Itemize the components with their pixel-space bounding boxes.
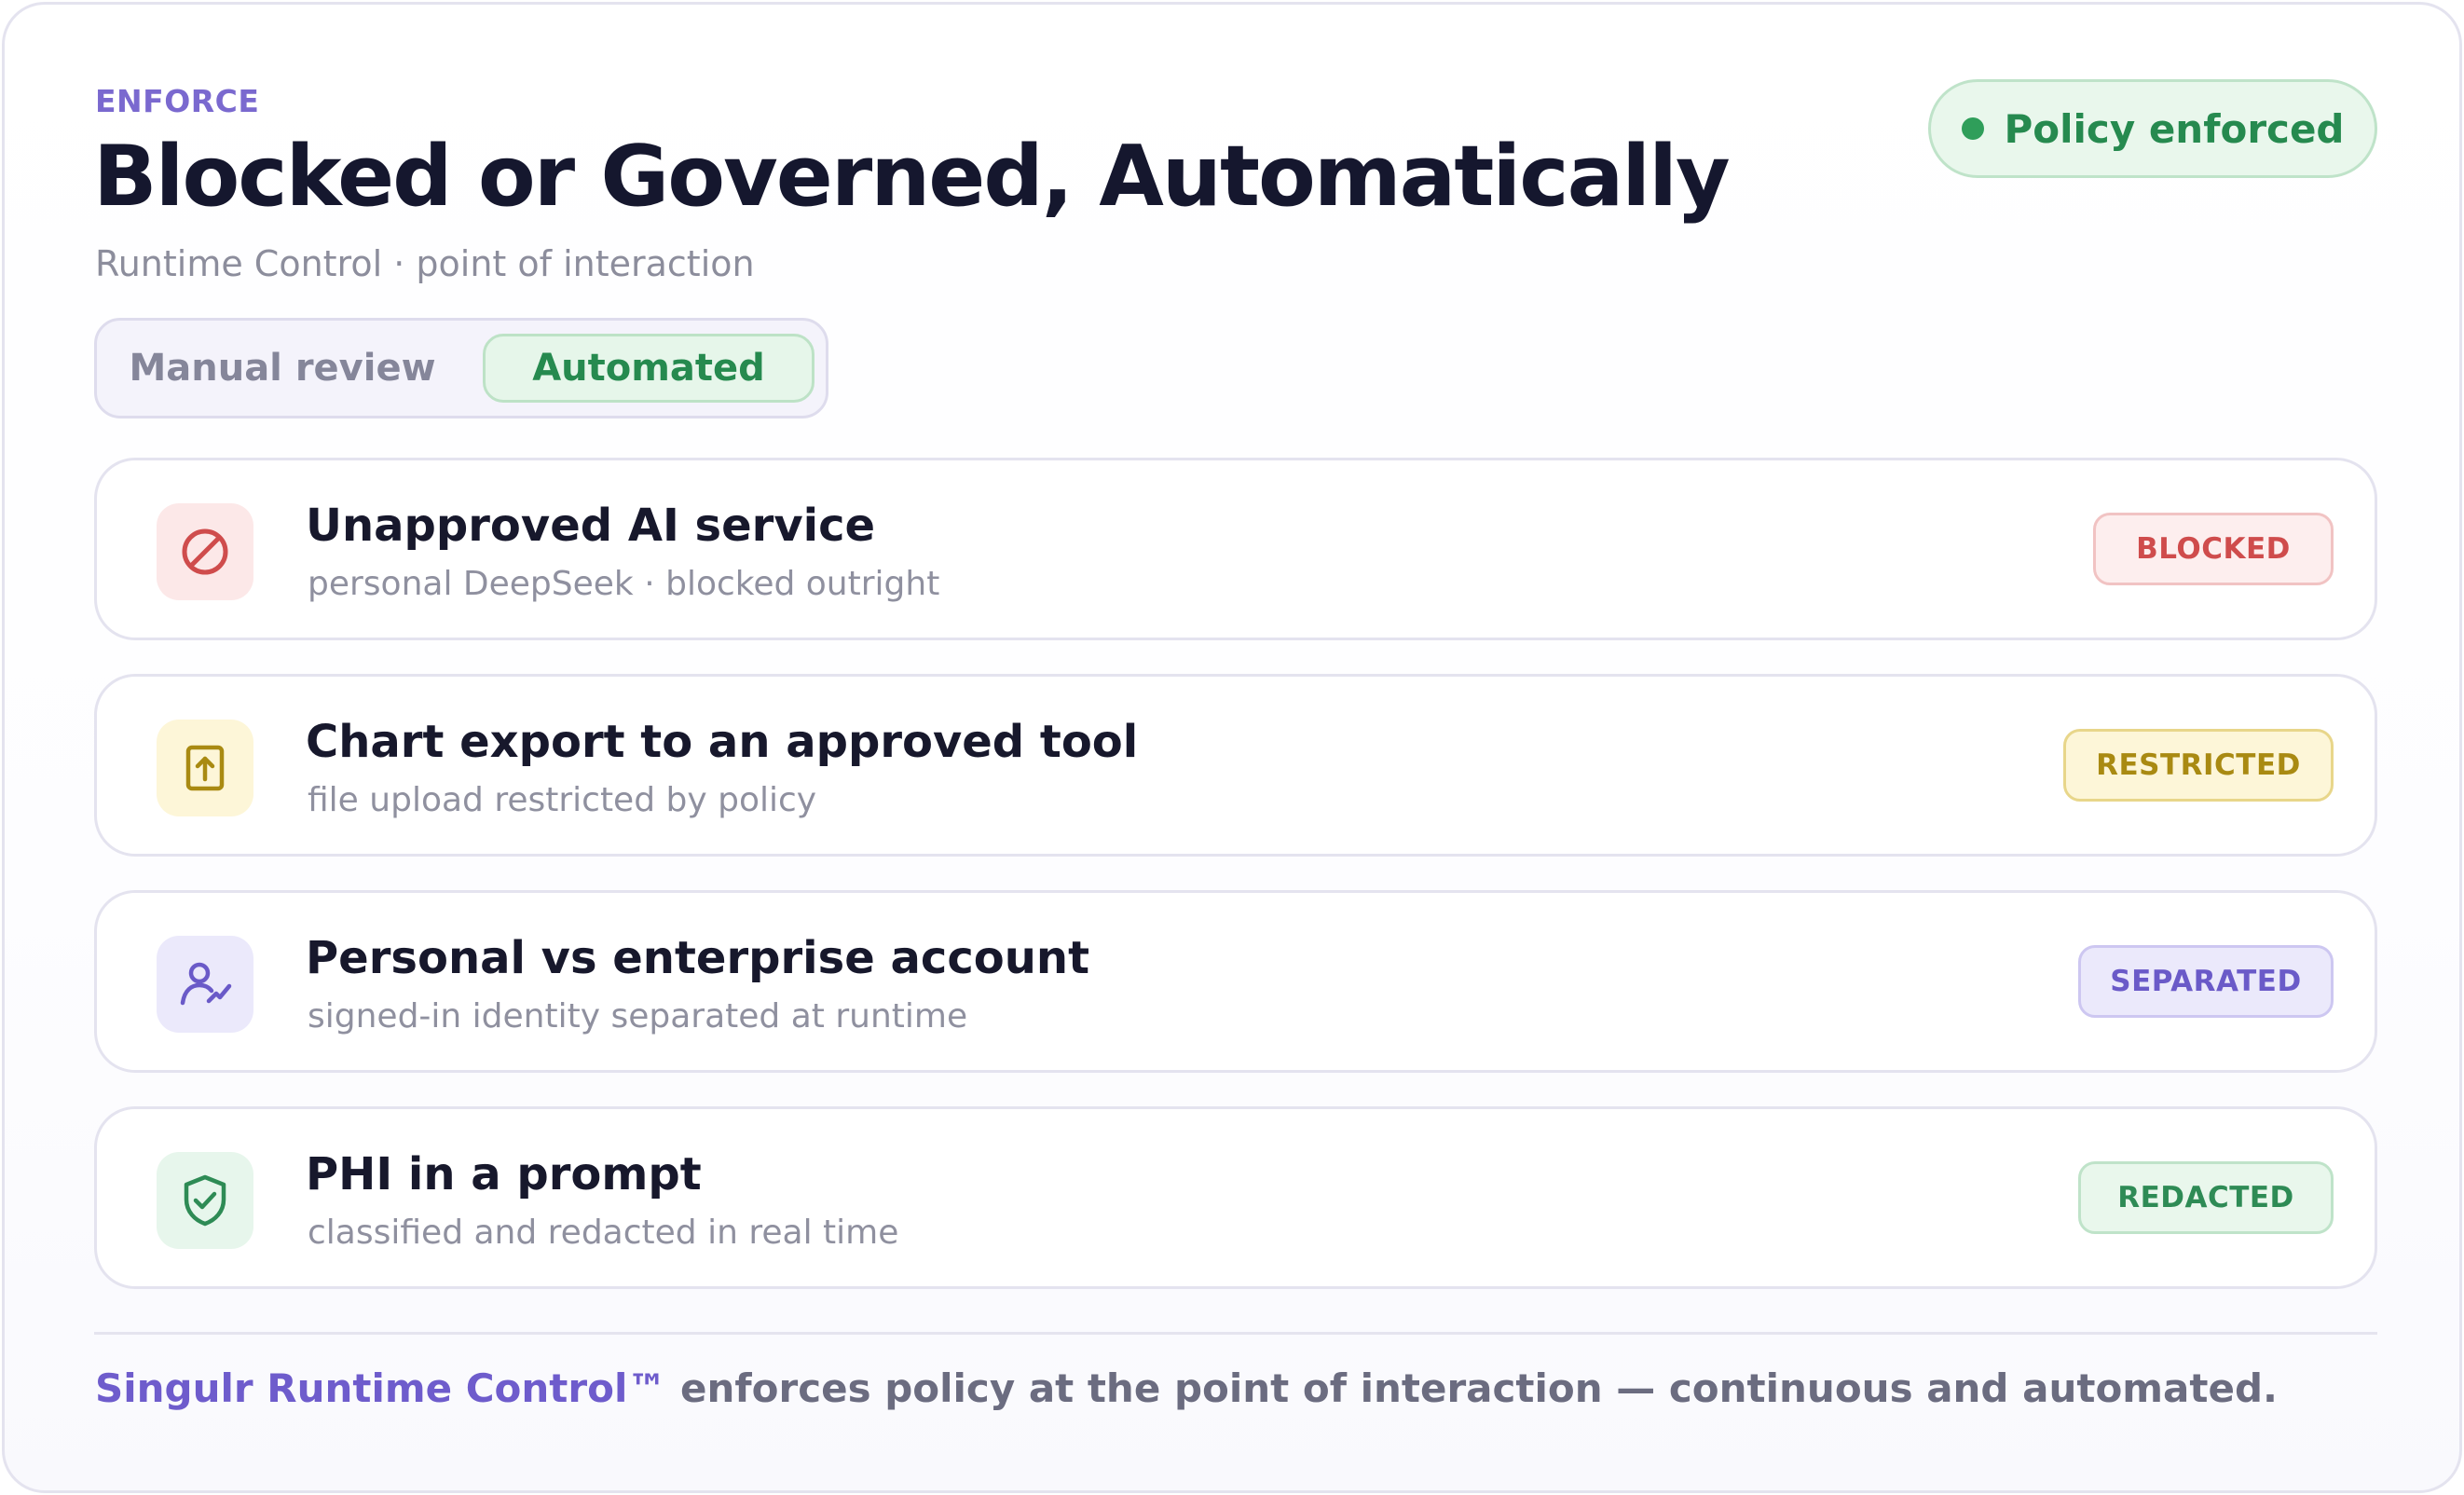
event-title: Chart export to an approved tool: [306, 716, 1139, 768]
footer-divider: [94, 1332, 2377, 1335]
footer-text: enforces policy at the point of interact…: [666, 1365, 2278, 1411]
footer-brand: Singulr Runtime Control™: [95, 1365, 667, 1411]
shield-check-icon: [157, 1152, 253, 1249]
user-icon: [157, 936, 253, 1033]
status-pill-redacted: REDACTED: [2078, 1161, 2334, 1234]
page-subtitle: Runtime Control · point of interaction: [95, 243, 755, 284]
mode-toggle: Manual review Automated: [94, 318, 828, 418]
page-title: Blocked or Governed, Automatically: [93, 128, 1731, 226]
status-badge-label: Policy enforced: [2004, 105, 2345, 152]
status-dot-icon: [1961, 117, 1984, 140]
upload-icon: [157, 720, 253, 816]
section-eyebrow: ENFORCE: [95, 83, 260, 119]
footer-statement: Singulr Runtime Control™ enforces policy…: [95, 1365, 2278, 1411]
event-subtitle: classified and redacted in real time: [308, 1214, 899, 1252]
status-pill-blocked: BLOCKED: [2093, 513, 2334, 585]
event-subtitle: signed-in identity separated at runtime: [308, 997, 968, 1036]
status-pill-restricted: RESTRICTED: [2063, 729, 2334, 802]
event-title: Personal vs enterprise account: [306, 932, 1090, 984]
toggle-manual-review[interactable]: Manual review: [110, 334, 455, 403]
event-row-phi-prompt[interactable]: PHI in a prompt classified and redacted …: [94, 1106, 2377, 1289]
event-title: Unapproved AI service: [306, 500, 876, 552]
enforce-card: ENFORCE Blocked or Governed, Automatical…: [2, 2, 2462, 1493]
status-badge: Policy enforced: [1928, 79, 2377, 178]
toggle-automated[interactable]: Automated: [483, 334, 814, 403]
block-icon: [157, 503, 253, 600]
status-pill-separated: SEPARATED: [2078, 945, 2334, 1018]
event-subtitle: personal DeepSeek · blocked outright: [308, 565, 940, 603]
event-row-unapproved-ai[interactable]: Unapproved AI service personal DeepSeek …: [94, 458, 2377, 640]
event-subtitle: file upload restricted by policy: [308, 781, 817, 819]
event-row-chart-export[interactable]: Chart export to an approved tool file up…: [94, 674, 2377, 857]
event-row-account-separation[interactable]: Personal vs enterprise account signed-in…: [94, 890, 2377, 1073]
event-title: PHI in a prompt: [306, 1148, 702, 1200]
